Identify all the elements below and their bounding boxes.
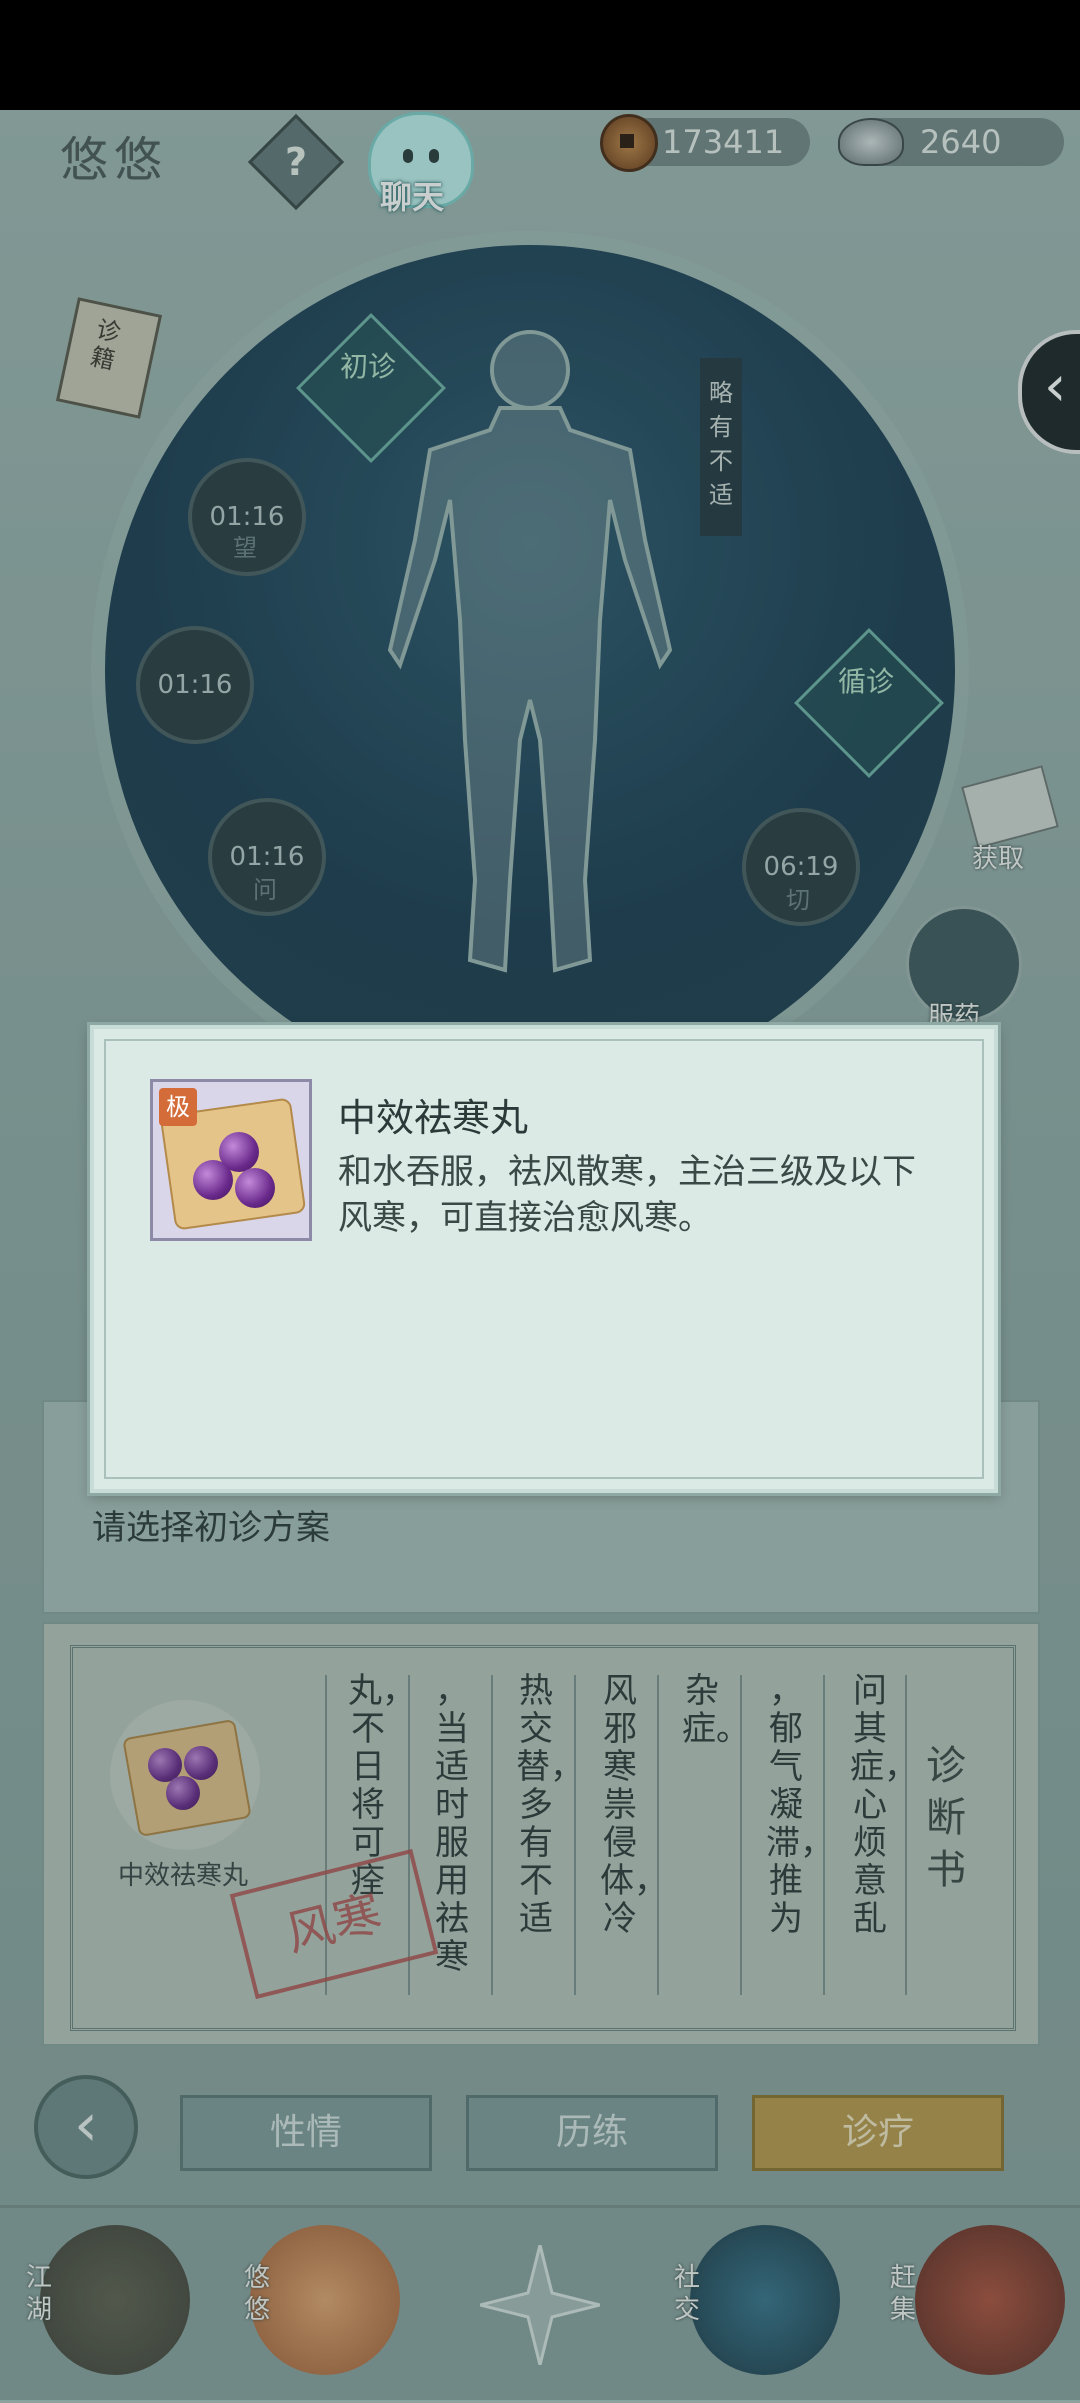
grade-badge: 极 [159,1088,197,1126]
status-bar [0,0,1080,110]
pill [193,1160,233,1200]
item-name: 中效祛寒丸 [338,1096,529,1140]
pill [235,1168,275,1208]
item-icon: 极 [150,1079,312,1241]
item-detail-popup: 极 中效祛寒丸 和水吞服，祛风散寒，主治三级及以下风寒，可直接治愈风寒。 [90,1025,998,1493]
item-description: 和水吞服，祛风散寒，主治三级及以下风寒，可直接治愈风寒。 [338,1152,916,1238]
